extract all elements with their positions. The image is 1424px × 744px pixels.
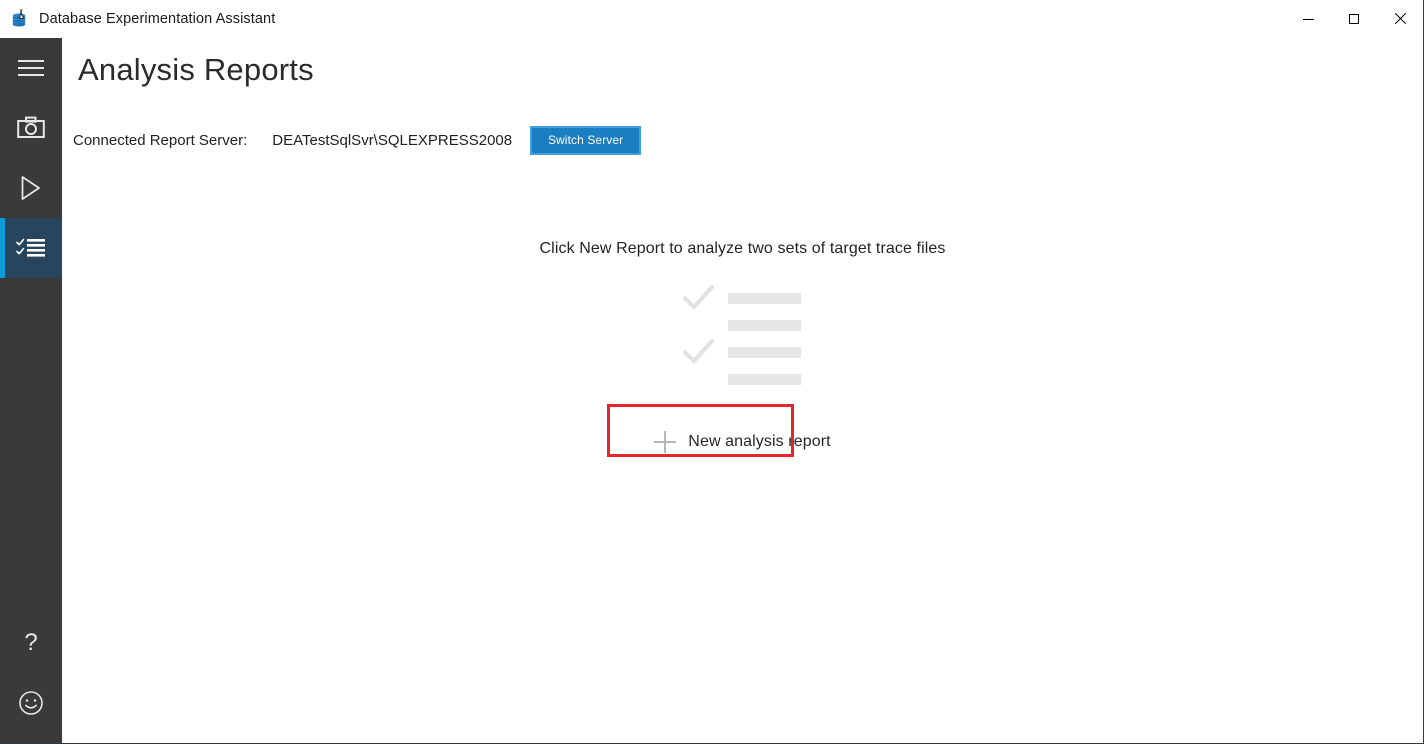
maximize-icon	[1349, 14, 1359, 24]
checklist-icon	[16, 236, 46, 260]
connected-server-row: Connected Report Server: DEATestSqlSvr\S…	[73, 124, 642, 156]
window-controls	[1285, 0, 1423, 38]
smiley-face-icon	[18, 690, 44, 716]
database-flask-icon	[10, 9, 30, 29]
camera-icon	[17, 116, 45, 140]
close-icon	[1394, 13, 1406, 25]
close-button[interactable]	[1377, 0, 1423, 38]
sidebar-item-capture[interactable]	[0, 98, 62, 158]
play-icon	[20, 175, 42, 201]
sidebar-item-feedback[interactable]	[0, 673, 62, 733]
connected-server-label: Connected Report Server:	[73, 131, 248, 149]
question-mark-icon: ?	[20, 629, 42, 657]
main-content: Analysis Reports Connected Report Server…	[62, 38, 1423, 743]
sidebar-rail: ?	[0, 38, 62, 743]
application-window: Database Experimentation Assistant ? Ana…	[0, 0, 1424, 744]
checkmark-icon	[682, 339, 714, 365]
placeholder-bar	[727, 347, 801, 358]
connected-server-value: DEATestSqlSvr\SQLEXPRESS2008	[272, 131, 513, 149]
empty-state: Click New Report to analyze two sets of …	[62, 240, 1423, 457]
plus-icon	[654, 431, 677, 453]
sidebar-item-menu[interactable]	[0, 38, 62, 98]
sidebar-item-replay[interactable]	[0, 158, 62, 218]
checkmark-icon	[682, 285, 714, 311]
placeholder-bar	[727, 293, 801, 304]
new-analysis-report-label: New analysis report	[688, 433, 831, 450]
new-report-area: New analysis report	[607, 404, 836, 457]
sidebar-item-reports[interactable]	[0, 218, 62, 278]
svg-text:?: ?	[24, 629, 37, 656]
empty-state-hint: Click New Report to analyze two sets of …	[539, 240, 946, 257]
placeholder-bar	[727, 320, 801, 331]
maximize-button[interactable]	[1331, 0, 1377, 38]
hamburger-menu-icon	[18, 59, 44, 77]
title-bar: Database Experimentation Assistant	[0, 0, 1423, 38]
title-bar-left: Database Experimentation Assistant	[0, 9, 1285, 29]
sidebar-item-help[interactable]: ?	[0, 613, 62, 673]
minimize-button[interactable]	[1285, 0, 1331, 38]
placeholder-bar	[727, 374, 801, 385]
placeholder-illustration	[682, 285, 803, 385]
window-title: Database Experimentation Assistant	[39, 11, 276, 27]
page-title: Analysis Reports	[78, 52, 314, 87]
switch-server-button[interactable]: Switch Server	[530, 125, 642, 155]
minimize-icon	[1302, 18, 1314, 20]
new-analysis-report-button[interactable]: New analysis report	[648, 427, 836, 457]
